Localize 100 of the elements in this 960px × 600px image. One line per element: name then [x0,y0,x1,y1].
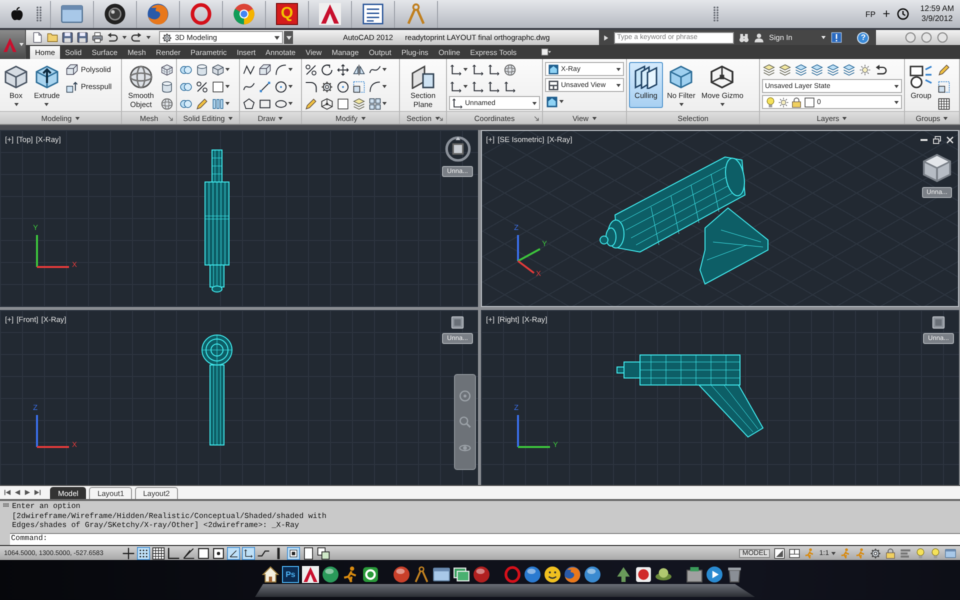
folder-icon[interactable] [47,32,58,43]
caret-icon[interactable] [228,116,233,120]
apple-icon[interactable] [10,7,24,21]
stacked-sheets-icon[interactable] [811,64,823,76]
close-icon[interactable] [946,136,954,144]
caret-icon[interactable] [288,67,293,72]
caret-icon[interactable] [842,116,848,120]
horizontal-bars-icon[interactable] [900,548,911,558]
sun-icon[interactable] [778,96,789,108]
corner-icon[interactable] [167,546,180,560]
padlock-icon[interactable] [885,548,896,558]
gear-icon[interactable] [870,548,881,558]
stacked-tiles-icon[interactable] [317,546,330,560]
toolbar-menu-button[interactable] [284,31,293,44]
grouped-shapes-icon[interactable] [909,65,933,89]
stacked-sheets-icon[interactable] [763,64,775,76]
ring-icon[interactable] [921,32,932,43]
house-icon[interactable] [262,566,279,583]
gear-icon[interactable] [321,80,333,92]
caret-icon[interactable] [44,102,50,107]
skip-back-icon[interactable] [4,489,11,496]
polyline-icon[interactable] [243,64,255,76]
square-icon[interactable] [197,546,210,560]
light-bulb-icon[interactable] [930,548,941,558]
hexagon-axes-icon[interactable] [321,98,333,110]
menu-bar-item[interactable]: + [882,9,890,19]
caret-icon[interactable] [74,116,80,120]
axes-icon[interactable] [488,80,500,92]
box-icon[interactable] [686,566,703,583]
nested-squares-icon[interactable] [938,80,950,92]
clock-date[interactable]: 3/9/2012 [922,14,953,24]
caret-icon[interactable] [278,116,284,120]
orb-icon[interactable] [473,566,490,583]
left-triangle-icon[interactable] [14,489,21,496]
grip-icon[interactable] [713,6,720,22]
angle-icon[interactable] [227,546,240,560]
compass-icon[interactable] [444,136,471,162]
orb-icon[interactable] [322,566,339,583]
caret-icon[interactable] [382,67,387,72]
sphere-icon[interactable] [129,65,153,89]
stacked-sheets-icon[interactable] [827,64,839,76]
corner-arrow-icon[interactable] [534,116,539,121]
light-bulb-icon[interactable] [765,96,776,108]
document-icon[interactable] [32,32,43,43]
menu-bar-item[interactable]: FP [865,10,876,18]
arc-icon[interactable] [275,64,287,76]
right-triangle-icon[interactable] [24,489,31,496]
bars-icon[interactable] [212,98,224,110]
clock-icon[interactable] [897,8,910,20]
section-plane-icon[interactable] [411,65,435,89]
curve-icon[interactable] [369,64,381,76]
ring-icon[interactable] [504,566,521,583]
curve-icon[interactable] [243,80,255,92]
angle-lines-icon[interactable] [182,546,195,560]
corner-arrow-icon[interactable] [168,116,173,121]
cube-icon[interactable] [922,153,952,183]
view-tile-icon[interactable] [451,316,464,329]
square-icon[interactable] [212,80,224,92]
cube-arrow-icon[interactable] [34,65,59,89]
segmented-circle-icon[interactable] [233,3,255,25]
skip-forward-icon[interactable] [34,489,41,496]
stacked-sheets-icon[interactable] [353,98,365,110]
caret-icon[interactable] [225,67,230,72]
restore-icon[interactable] [933,136,941,144]
ellipse-dot-icon[interactable] [459,442,471,454]
nested-squares-icon[interactable] [287,546,300,560]
caret-icon[interactable] [616,66,621,72]
help-button[interactable]: ? [857,32,870,44]
caret-icon[interactable] [532,100,537,106]
gear-icon[interactable] [162,32,172,42]
cylinder-icon[interactable] [196,64,208,76]
caret-icon[interactable] [943,116,948,120]
arc-icon[interactable] [369,80,381,92]
document-lines-icon[interactable] [362,3,384,25]
rounded-tile-icon[interactable] [362,566,379,583]
triangle-logo-icon[interactable] [319,3,341,25]
axes-icon[interactable] [242,546,255,560]
caret-icon[interactable] [434,116,440,120]
tab-switch-icon[interactable] [540,47,552,57]
play-triangle-icon[interactable] [603,34,609,40]
wall-icon[interactable] [66,64,78,76]
sphere-icon[interactable] [504,64,516,76]
globe-icon[interactable] [147,3,169,25]
stacked-sheets-icon[interactable] [779,64,791,76]
running-figure-icon[interactable] [342,566,359,583]
cube-icon[interactable] [669,65,694,89]
page-icon[interactable] [302,546,315,560]
minimize-icon[interactable] [920,136,928,144]
style-swatch-icon[interactable] [546,96,558,108]
caret-icon[interactable] [382,101,387,106]
four-squares-icon[interactable] [369,98,381,110]
triangle-logo-icon[interactable] [302,566,319,583]
caret-icon[interactable] [14,102,18,107]
grip-icon[interactable] [36,6,42,22]
play-icon[interactable] [706,566,723,583]
axes-icon[interactable] [472,80,484,92]
page-corner-icon[interactable] [774,548,786,558]
axes-icon[interactable] [472,64,484,76]
corner-arrow-icon[interactable] [438,116,443,121]
trash-can-icon[interactable] [726,566,743,583]
